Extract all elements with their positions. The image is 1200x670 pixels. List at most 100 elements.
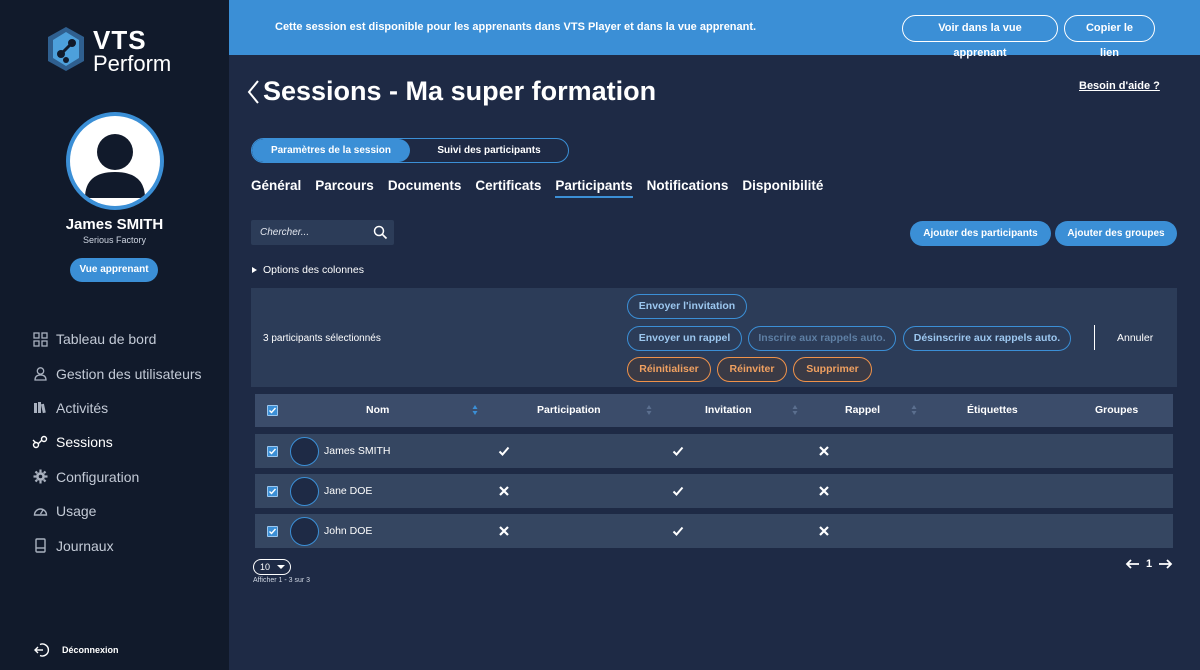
sessions-icon <box>32 434 48 450</box>
session-mode-toggle: Paramètres de la session Suivi des parti… <box>251 138 569 163</box>
tab-notifications[interactable]: Notifications <box>647 178 729 198</box>
column-header-participation[interactable]: Participation <box>537 404 601 416</box>
column-header-labels: Étiquettes <box>967 404 1018 416</box>
column-header-groups: Groupes <box>1095 404 1139 416</box>
sidebar-item-label: Journaux <box>56 537 114 554</box>
selection-count: 3 participants sélectionnés <box>263 333 381 344</box>
logout-label: Déconnexion <box>62 645 119 655</box>
participant-name: Jane DOE <box>324 485 373 497</box>
subscribe-auto-reminders-button[interactable]: Inscrire aux rappels auto. <box>748 326 896 351</box>
availability-banner: Cette session est disponible pour les ap… <box>229 0 1200 59</box>
learner-view-button[interactable]: Vue apprenant <box>70 258 158 282</box>
avatar <box>290 437 319 466</box>
tab-general[interactable]: Général <box>251 178 301 198</box>
row-checkbox[interactable] <box>267 526 278 537</box>
sidebar-item-configuration[interactable]: Configuration <box>32 460 202 494</box>
column-header-invitation[interactable]: Invitation <box>705 404 752 416</box>
page-size-value: 10 <box>260 562 271 572</box>
pagination: 1 <box>1125 558 1173 570</box>
sort-icon[interactable] <box>911 404 917 416</box>
current-page[interactable]: 1 <box>1146 558 1152 570</box>
avatar <box>290 517 319 546</box>
check-icon <box>672 526 684 536</box>
table-row[interactable]: John DOE <box>255 514 1173 548</box>
tab-documents[interactable]: Documents <box>388 178 462 198</box>
sidebar-item-activities[interactable]: Activités <box>32 391 202 425</box>
expand-triangle-icon <box>252 267 257 273</box>
help-link[interactable]: Besoin d'aide ? <box>1079 80 1160 92</box>
page-title: Sessions - Ma super formation <box>263 76 657 106</box>
user-name: James SMITH <box>65 216 164 233</box>
column-options-label: Options des colonnes <box>263 264 364 276</box>
check-icon <box>498 446 510 456</box>
unsubscribe-auto-reminders-button[interactable]: Désinscrire aux rappels auto. <box>903 326 1071 351</box>
add-groups-button[interactable]: Ajouter des groupes <box>1055 221 1177 246</box>
user-avatar[interactable] <box>66 112 164 210</box>
sort-icon[interactable] <box>472 404 478 416</box>
column-header-reminder[interactable]: Rappel <box>845 404 880 416</box>
results-count: Afficher 1 - 3 sur 3 <box>253 577 311 584</box>
logo-text-vts: VTS <box>93 25 147 55</box>
sidebar-item-users[interactable]: Gestion des utilisateurs <box>32 356 202 390</box>
delete-button[interactable]: Supprimer <box>793 357 872 382</box>
chevron-down-icon <box>277 565 285 569</box>
logout-button[interactable]: Déconnexion <box>34 642 119 658</box>
cancel-button[interactable]: Annuler <box>1117 332 1153 344</box>
sidebar-item-label: Gestion des utilisateurs <box>56 365 202 382</box>
search-placeholder: Chercher... <box>260 227 310 238</box>
user-icon <box>32 366 48 382</box>
add-participants-button[interactable]: Ajouter des participants <box>910 221 1051 246</box>
back-chevron-icon[interactable] <box>244 78 262 106</box>
banner-text: Cette session est disponible pour les ap… <box>275 21 757 33</box>
sort-icon[interactable] <box>646 404 652 416</box>
tab-participant-tracking[interactable]: Suivi des participants <box>410 139 568 162</box>
search-input[interactable]: Chercher... <box>251 220 394 245</box>
page-size-select[interactable]: 10 <box>253 559 291 575</box>
cross-icon <box>499 486 509 496</box>
tab-session-settings[interactable]: Paramètres de la session <box>252 139 410 162</box>
send-invitation-button[interactable]: Envoyer l'invitation <box>627 294 747 319</box>
search-icon[interactable] <box>373 225 388 240</box>
sidebar: VTS Perform James SMITH Serious Factory … <box>0 0 229 670</box>
sidebar-item-usage[interactable]: Usage <box>32 494 202 528</box>
sidebar-item-label: Sessions <box>56 434 113 451</box>
sidebar-item-label: Configuration <box>56 468 140 485</box>
sidebar-item-sessions[interactable]: Sessions <box>32 425 202 459</box>
vts-perform-logo[interactable]: VTS Perform <box>46 26 196 76</box>
avatar <box>290 477 319 506</box>
send-reminder-button[interactable]: Envoyer un rappel <box>627 326 742 351</box>
bulk-action-bar: 3 participants sélectionnés Envoyer l'in… <box>251 288 1177 387</box>
table-row[interactable]: Jane DOE <box>255 474 1173 508</box>
view-in-learner-button[interactable]: Voir dans la vue apprenant <box>902 15 1058 59</box>
sidebar-item-label: Usage <box>56 503 97 520</box>
table-header: Nom Participation Invitation Rappel Étiq… <box>255 394 1173 427</box>
cross-icon <box>819 486 829 496</box>
reset-button[interactable]: Réinitialiser <box>627 357 711 382</box>
select-all-checkbox[interactable] <box>267 405 278 416</box>
copy-link-button[interactable]: Copier le lien <box>1064 15 1155 59</box>
tab-availability[interactable]: Disponibilité <box>742 178 823 198</box>
check-icon <box>672 486 684 496</box>
logo-mark-icon <box>48 27 84 71</box>
tab-participants[interactable]: Participants <box>555 178 633 198</box>
row-checkbox[interactable] <box>267 446 278 457</box>
participant-name: James SMITH <box>324 445 391 457</box>
column-header-name[interactable]: Nom <box>366 404 389 416</box>
sidebar-item-logs[interactable]: Journaux <box>32 528 202 562</box>
previous-page-arrow-icon[interactable] <box>1125 559 1140 569</box>
table-row[interactable]: James SMITH <box>255 434 1173 468</box>
sort-icon[interactable] <box>792 404 798 416</box>
next-page-arrow-icon[interactable] <box>1158 559 1173 569</box>
column-options-toggle[interactable]: Options des colonnes <box>252 264 364 276</box>
check-icon <box>672 446 684 456</box>
tab-parcours[interactable]: Parcours <box>315 178 374 198</box>
sidebar-item-dashboard[interactable]: Tableau de bord <box>32 322 202 356</box>
journal-icon <box>32 538 48 554</box>
sidebar-item-label: Activités <box>56 399 109 416</box>
row-checkbox[interactable] <box>267 486 278 497</box>
reinvite-button[interactable]: Réinviter <box>717 357 787 382</box>
gauge-icon <box>32 503 48 519</box>
tab-certificates[interactable]: Certificats <box>475 178 541 198</box>
cross-icon <box>819 446 829 456</box>
dashboard-icon <box>32 331 48 347</box>
